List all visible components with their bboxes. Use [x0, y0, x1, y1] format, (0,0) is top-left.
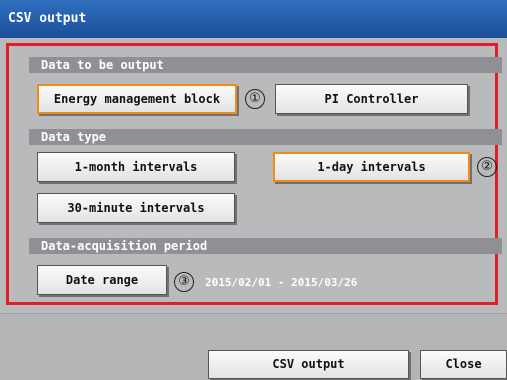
section-header-data-type: Data type: [29, 129, 502, 145]
marker-2: ②: [477, 157, 497, 177]
csv-output-button[interactable]: CSV output: [208, 350, 409, 379]
window-title: CSV output: [8, 11, 87, 26]
energy-management-block-button[interactable]: Energy management block: [37, 84, 237, 114]
section-header-data-output: Data to be output: [29, 57, 502, 73]
date-range-button[interactable]: Date range: [37, 265, 167, 295]
date-range-text: 2015/02/01 - 2015/03/26: [205, 276, 358, 289]
marker-1: ①: [245, 89, 265, 109]
close-button[interactable]: Close: [420, 350, 507, 379]
pi-controller-button[interactable]: PI Controller: [275, 84, 468, 114]
title-bar: CSV output: [0, 0, 507, 38]
one-month-intervals-button[interactable]: 1-month intervals: [37, 152, 235, 182]
one-day-intervals-button[interactable]: 1-day intervals: [273, 152, 470, 182]
marker-3: ③: [174, 272, 194, 292]
section-header-period: Data-acquisition period: [29, 238, 502, 254]
thirty-minute-intervals-button[interactable]: 30-minute intervals: [37, 193, 235, 223]
